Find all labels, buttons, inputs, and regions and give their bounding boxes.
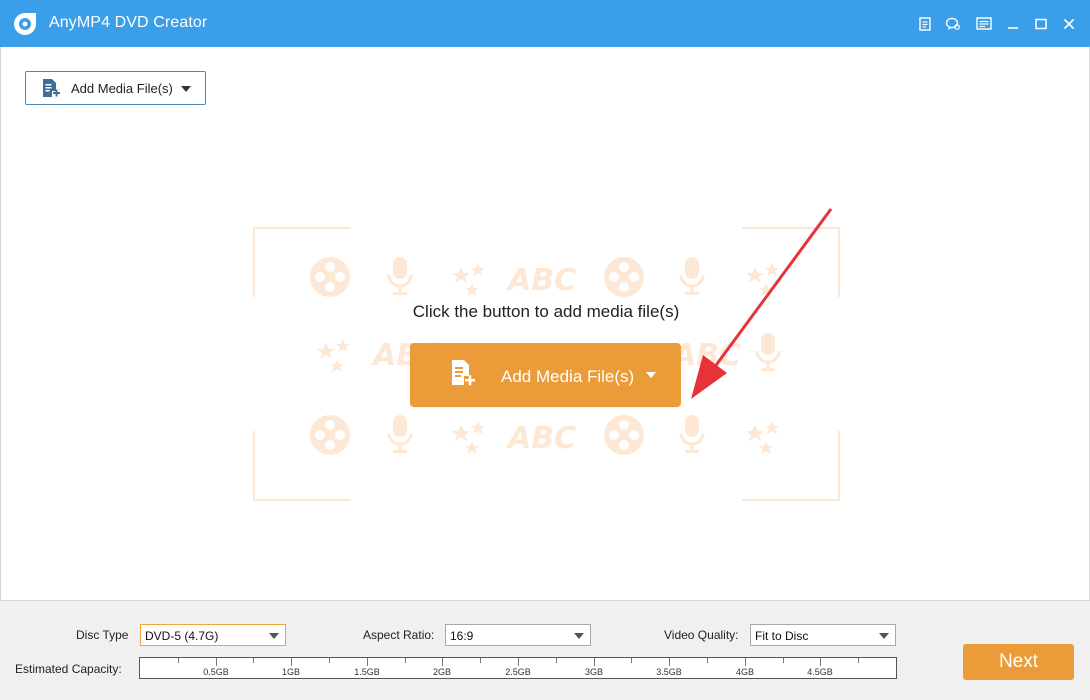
video-quality-select[interactable]: Fit to Disc [750,624,896,646]
capacity-tick [858,658,859,663]
disc-type-value: DVD-5 (4.7G) [145,629,219,643]
next-button[interactable]: Next [963,644,1074,680]
estimated-capacity-label: Estimated Capacity: [15,662,122,676]
capacity-tick-label: 3GB [584,667,604,677]
app-title: AnyMP4 DVD Creator [49,14,208,31]
aspect-ratio-value: 16:9 [450,629,474,643]
capacity-tick [669,658,670,666]
svg-text:ABC: ABC [506,421,576,456]
feedback-icon[interactable] [942,13,964,35]
capacity-bar: 0.5GB 1GB 1.5GB 2GB 2.5GB 3GB 3.5GB 4GB 4.5GB [139,657,897,679]
bottom-settings-panel: Disc Type DVD-5 (4.7G) Aspect Ratio: 16:… [0,600,1090,700]
maximize-icon[interactable] [1030,13,1052,35]
disc-type-select[interactable]: DVD-5 (4.7G) [140,624,286,646]
capacity-tick [745,658,746,666]
capacity-tick-label: 2.5GB [505,667,531,677]
capacity-tick [442,658,443,666]
app-logo-icon [12,11,38,37]
capacity-tick-label: 3.5GB [656,667,682,677]
capacity-tick [178,658,179,663]
add-media-center-label: Add Media File(s) [501,367,635,386]
main-panel: Add Media File(s) ABC ABC ABC ABC Click … [0,47,1090,600]
capacity-tick [556,658,557,663]
video-quality-value: Fit to Disc [755,629,809,643]
drop-prompt-text: Click the button to add media file(s) [412,302,680,321]
capacity-tick [594,658,595,666]
video-quality-label: Video Quality: [664,628,739,642]
add-file-icon [41,78,61,105]
chevron-down-icon [269,633,279,639]
add-media-label: Add Media File(s) [71,81,173,96]
capacity-tick-label: 2GB [432,667,452,677]
svg-text:ABC: ABC [506,263,576,298]
aspect-ratio-select[interactable]: 16:9 [445,624,591,646]
capacity-tick [216,658,217,666]
menu-icon[interactable] [973,13,995,35]
chevron-down-icon [574,633,584,639]
capacity-tick [480,658,481,663]
capacity-tick [820,658,821,666]
capacity-tick-label: 4GB [735,667,755,677]
add-media-center-button[interactable]: Add Media File(s) [410,343,681,407]
register-icon[interactable] [914,13,936,35]
capacity-tick-label: 4.5GB [807,667,833,677]
capacity-tick [291,658,292,666]
title-bar: AnyMP4 DVD Creator [0,0,1090,47]
aspect-ratio-label: Aspect Ratio: [363,628,435,642]
chevron-down-icon [646,372,656,378]
svg-text:ABC: ABC [671,338,741,373]
capacity-tick [367,658,368,666]
add-file-icon [450,359,476,394]
capacity-tick [405,658,406,663]
minimize-icon[interactable] [1002,13,1024,35]
capacity-tick-label: 1GB [281,667,301,677]
capacity-tick-label: 0.5GB [203,667,229,677]
capacity-tick [631,658,632,663]
chevron-down-icon [181,86,191,92]
add-media-dropdown-button[interactable]: Add Media File(s) [25,71,206,105]
disc-type-label: Disc Type [76,628,129,642]
capacity-tick [518,658,519,666]
capacity-tick-label: 1.5GB [354,667,380,677]
capacity-tick [253,658,254,663]
capacity-tick [783,658,784,663]
capacity-tick [707,658,708,663]
capacity-tick [329,658,330,663]
chevron-down-icon [879,633,889,639]
close-icon[interactable] [1058,13,1080,35]
